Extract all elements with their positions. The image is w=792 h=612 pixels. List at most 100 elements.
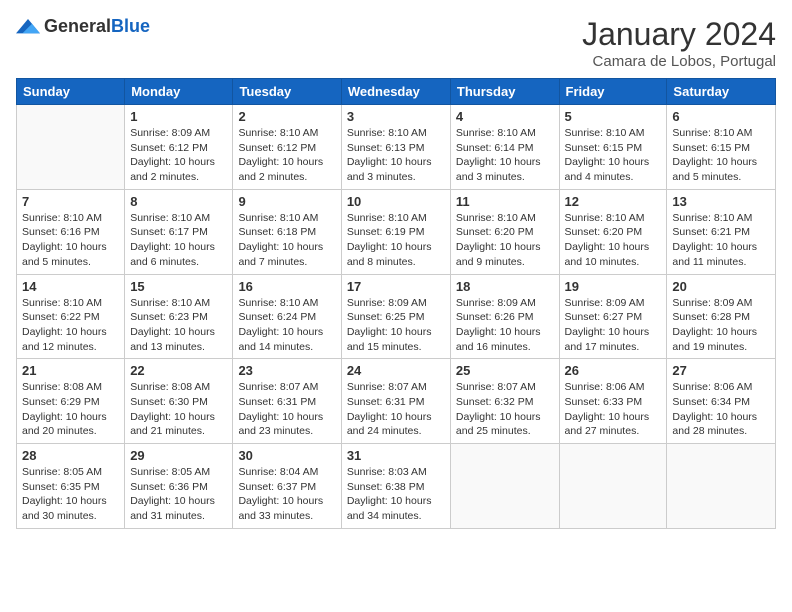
col-header-thursday: Thursday <box>450 79 559 105</box>
day-info: Sunrise: 8:08 AMSunset: 6:29 PMDaylight:… <box>22 380 119 439</box>
page-header: GeneralBlue January 2024 Camara de Lobos… <box>16 16 776 70</box>
calendar-cell <box>667 444 776 529</box>
calendar-cell: 29Sunrise: 8:05 AMSunset: 6:36 PMDayligh… <box>125 444 233 529</box>
title-block: January 2024 Camara de Lobos, Portugal <box>582 16 776 70</box>
month-title: January 2024 <box>582 16 776 53</box>
day-number: 27 <box>672 363 770 378</box>
day-info: Sunrise: 8:10 AMSunset: 6:16 PMDaylight:… <box>22 211 119 270</box>
calendar-week-5: 28 Sunrise: 8:05 AMSunset: 6:35 PMDayligh… <box>17 444 776 529</box>
calendar-week-2: 7 Sunrise: 8:10 AMSunset: 6:16 PMDaylight… <box>17 189 776 274</box>
calendar-week-3: 14 Sunrise: 8:10 AMSunset: 6:22 PMDayligh… <box>17 274 776 359</box>
calendar-cell <box>450 444 559 529</box>
day-info: Sunrise: 8:10 AMSunset: 6:22 PMDaylight:… <box>22 296 119 355</box>
calendar-week-4: 21 Sunrise: 8:08 AMSunset: 6:29 PMDayligh… <box>17 359 776 444</box>
day-info: Sunrise: 8:10 AMSunset: 6:17 PMDaylight:… <box>130 211 227 270</box>
calendar-cell: 12 Sunrise: 8:10 AMSunset: 6:20 PMDayligh… <box>559 189 667 274</box>
day-info: Sunrise: 8:10 AMSunset: 6:20 PMDaylight:… <box>456 211 554 270</box>
calendar-cell: 27 Sunrise: 8:06 AMSunset: 6:34 PMDayligh… <box>667 359 776 444</box>
calendar-cell: 28 Sunrise: 8:05 AMSunset: 6:35 PMDayligh… <box>17 444 125 529</box>
day-number: 25 <box>456 363 554 378</box>
calendar-cell <box>559 444 667 529</box>
day-info: Sunrise: 8:05 AMSunset: 6:36 PMDaylight:… <box>130 465 227 524</box>
day-info: Sunrise: 8:10 AMSunset: 6:20 PMDaylight:… <box>565 211 662 270</box>
logo-icon <box>16 17 40 37</box>
day-number: 2 <box>238 109 335 124</box>
day-info: Sunrise: 8:07 AMSunset: 6:32 PMDaylight:… <box>456 380 554 439</box>
day-info: Sunrise: 8:09 AMSunset: 6:25 PMDaylight:… <box>347 296 445 355</box>
day-info: Sunrise: 8:10 AMSunset: 6:19 PMDaylight:… <box>347 211 445 270</box>
logo-text: GeneralBlue <box>44 16 150 37</box>
col-header-wednesday: Wednesday <box>341 79 450 105</box>
calendar-cell: 24 Sunrise: 8:07 AMSunset: 6:31 PMDayligh… <box>341 359 450 444</box>
location-title: Camara de Lobos, Portugal <box>582 53 776 70</box>
day-number: 12 <box>565 194 662 209</box>
calendar-cell: 1 Sunrise: 8:09 AMSunset: 6:12 PMDaylight… <box>125 105 233 190</box>
day-number: 13 <box>672 194 770 209</box>
day-info: Sunrise: 8:07 AMSunset: 6:31 PMDaylight:… <box>347 380 445 439</box>
calendar-cell: 30 Sunrise: 8:04 AMSunset: 6:37 PMDayligh… <box>233 444 341 529</box>
calendar-cell: 6Sunrise: 8:10 AMSunset: 6:15 PMDaylight… <box>667 105 776 190</box>
calendar-week-1: 1 Sunrise: 8:09 AMSunset: 6:12 PMDaylight… <box>17 105 776 190</box>
day-number: 24 <box>347 363 445 378</box>
calendar-cell: 8 Sunrise: 8:10 AMSunset: 6:17 PMDaylight… <box>125 189 233 274</box>
day-number: 21 <box>22 363 119 378</box>
day-info: Sunrise: 8:07 AMSunset: 6:31 PMDaylight:… <box>238 380 335 439</box>
day-info: Sunrise: 8:04 AMSunset: 6:37 PMDaylight:… <box>238 465 335 524</box>
calendar-cell: 31Sunrise: 8:03 AMSunset: 6:38 PMDayligh… <box>341 444 450 529</box>
day-info: Sunrise: 8:06 AMSunset: 6:33 PMDaylight:… <box>565 380 662 439</box>
calendar-cell: 15 Sunrise: 8:10 AMSunset: 6:23 PMDayligh… <box>125 274 233 359</box>
calendar-cell: 14 Sunrise: 8:10 AMSunset: 6:22 PMDayligh… <box>17 274 125 359</box>
day-info: Sunrise: 8:09 AMSunset: 6:28 PMDaylight:… <box>672 296 770 355</box>
day-info: Sunrise: 8:09 AMSunset: 6:12 PMDaylight:… <box>130 126 227 185</box>
day-info: Sunrise: 8:05 AMSunset: 6:35 PMDaylight:… <box>22 465 119 524</box>
day-number: 11 <box>456 194 554 209</box>
calendar-table: SundayMondayTuesdayWednesdayThursdayFrid… <box>16 78 776 529</box>
calendar-cell: 10 Sunrise: 8:10 AMSunset: 6:19 PMDayligh… <box>341 189 450 274</box>
calendar-cell: 23 Sunrise: 8:07 AMSunset: 6:31 PMDayligh… <box>233 359 341 444</box>
day-info: Sunrise: 8:09 AMSunset: 6:27 PMDaylight:… <box>565 296 662 355</box>
calendar-cell: 25 Sunrise: 8:07 AMSunset: 6:32 PMDayligh… <box>450 359 559 444</box>
day-number: 14 <box>22 279 119 294</box>
day-info: Sunrise: 8:10 AMSunset: 6:24 PMDaylight:… <box>238 296 335 355</box>
day-number: 23 <box>238 363 335 378</box>
day-number: 9 <box>238 194 335 209</box>
day-number: 28 <box>22 448 119 463</box>
day-number: 3 <box>347 109 445 124</box>
calendar-cell <box>17 105 125 190</box>
day-number: 30 <box>238 448 335 463</box>
calendar-cell: 20 Sunrise: 8:09 AMSunset: 6:28 PMDayligh… <box>667 274 776 359</box>
col-header-friday: Friday <box>559 79 667 105</box>
calendar-cell: 7 Sunrise: 8:10 AMSunset: 6:16 PMDaylight… <box>17 189 125 274</box>
calendar-cell: 19 Sunrise: 8:09 AMSunset: 6:27 PMDayligh… <box>559 274 667 359</box>
day-number: 17 <box>347 279 445 294</box>
col-header-tuesday: Tuesday <box>233 79 341 105</box>
calendar-cell: 9 Sunrise: 8:10 AMSunset: 6:18 PMDaylight… <box>233 189 341 274</box>
day-info: Sunrise: 8:10 AMSunset: 6:13 PMDaylight:… <box>347 126 445 185</box>
logo-blue: Blue <box>111 16 150 36</box>
day-number: 20 <box>672 279 770 294</box>
col-header-sunday: Sunday <box>17 79 125 105</box>
day-number: 8 <box>130 194 227 209</box>
day-number: 1 <box>130 109 227 124</box>
day-number: 22 <box>130 363 227 378</box>
day-info: Sunrise: 8:10 AMSunset: 6:15 PMDaylight:… <box>672 126 770 185</box>
calendar-header-row: SundayMondayTuesdayWednesdayThursdayFrid… <box>17 79 776 105</box>
day-info: Sunrise: 8:03 AMSunset: 6:38 PMDaylight:… <box>347 465 445 524</box>
day-info: Sunrise: 8:10 AMSunset: 6:14 PMDaylight:… <box>456 126 554 185</box>
day-number: 19 <box>565 279 662 294</box>
day-info: Sunrise: 8:10 AMSunset: 6:12 PMDaylight:… <box>238 126 335 185</box>
day-number: 5 <box>565 109 662 124</box>
calendar-cell: 13Sunrise: 8:10 AMSunset: 6:21 PMDayligh… <box>667 189 776 274</box>
day-number: 7 <box>22 194 119 209</box>
day-info: Sunrise: 8:10 AMSunset: 6:15 PMDaylight:… <box>565 126 662 185</box>
day-number: 10 <box>347 194 445 209</box>
day-number: 15 <box>130 279 227 294</box>
logo: GeneralBlue <box>16 16 150 37</box>
day-info: Sunrise: 8:10 AMSunset: 6:18 PMDaylight:… <box>238 211 335 270</box>
day-number: 16 <box>238 279 335 294</box>
day-number: 4 <box>456 109 554 124</box>
day-info: Sunrise: 8:10 AMSunset: 6:23 PMDaylight:… <box>130 296 227 355</box>
calendar-cell: 17 Sunrise: 8:09 AMSunset: 6:25 PMDayligh… <box>341 274 450 359</box>
day-info: Sunrise: 8:06 AMSunset: 6:34 PMDaylight:… <box>672 380 770 439</box>
calendar-cell: 4 Sunrise: 8:10 AMSunset: 6:14 PMDaylight… <box>450 105 559 190</box>
